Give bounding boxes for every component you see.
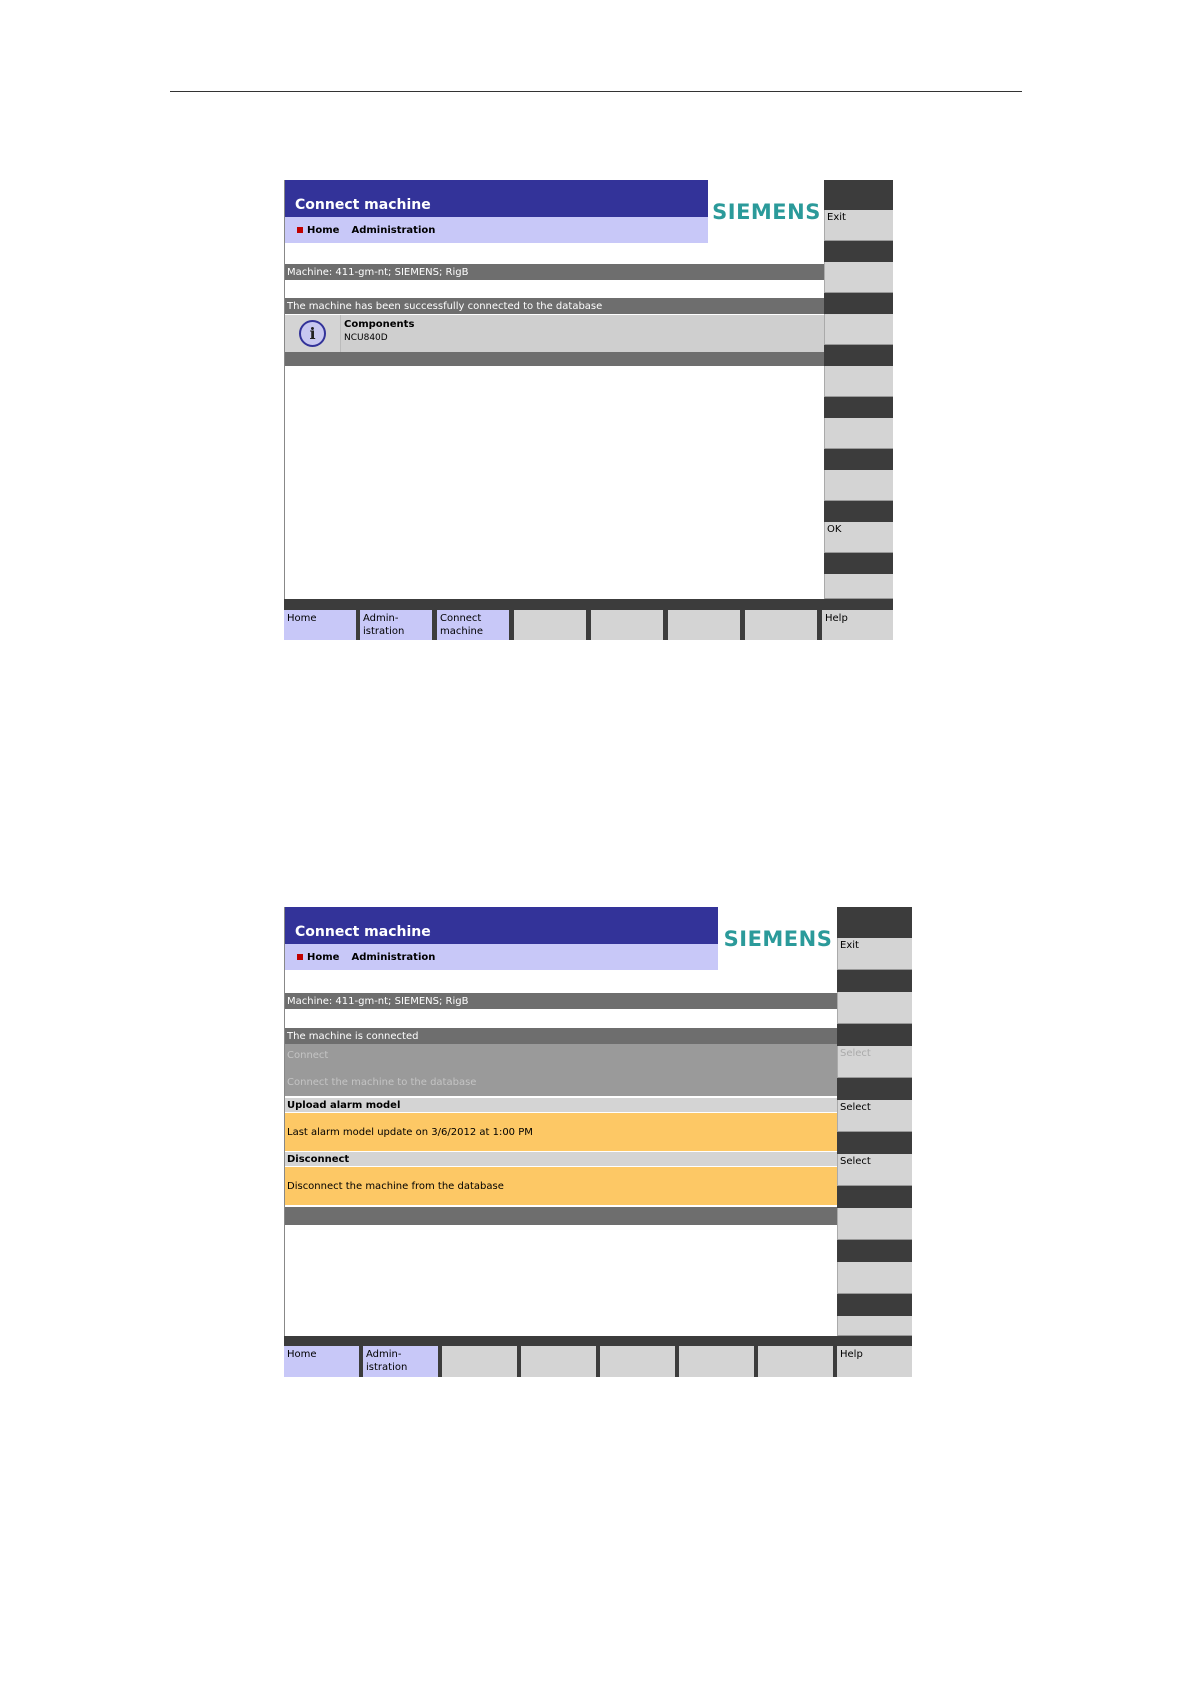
softkey-ok[interactable]: OK: [824, 522, 893, 553]
bullet-icon: [297, 954, 303, 960]
info-icon: i: [299, 320, 326, 347]
vsoftkey-5[interactable]: [824, 418, 893, 449]
spacer: [285, 1009, 838, 1025]
components-info-row: i Components NCU840D: [285, 315, 825, 352]
softkey-empty-6[interactable]: [679, 1346, 754, 1377]
vsoftkey-6[interactable]: [824, 470, 893, 501]
breadcrumb-administration[interactable]: Administration: [351, 225, 435, 236]
machine-info-bar: Machine: 411-gm-nt; SIEMENS; RigB: [285, 993, 838, 1009]
softkey-select-connect[interactable]: Select: [837, 1046, 912, 1078]
softkey-exit[interactable]: Exit: [837, 938, 912, 970]
components-info: Components NCU840D: [340, 315, 825, 352]
window-title: Connect machine: [285, 180, 708, 217]
softkey-home[interactable]: Home: [284, 1346, 359, 1377]
list-end-bar: [285, 1207, 838, 1225]
vertical-softkey-bar: Exit Select Select Select: [837, 907, 912, 1336]
vsoftkey-2[interactable]: [837, 992, 912, 1024]
window-title: Connect machine: [285, 907, 718, 944]
option-connect-disabled: Connect Connect the machine to the datab…: [285, 1044, 838, 1096]
main-panel: Connect machine Home Administration SIEM…: [284, 180, 825, 640]
softkey-select-upload[interactable]: Select: [837, 1100, 912, 1132]
status-bar: The machine is connected: [285, 1028, 838, 1044]
spacer: [285, 280, 825, 296]
siemens-logo: SIEMENS: [708, 180, 825, 243]
vsoftkey-6[interactable]: [837, 1208, 912, 1240]
components-title: Components: [344, 319, 415, 330]
siemens-logo: SIEMENS: [718, 907, 838, 970]
softkey-empty-7[interactable]: [758, 1346, 833, 1377]
vsoftkey-4[interactable]: [824, 366, 893, 397]
option-upload-alarm-detail[interactable]: Last alarm model update on 3/6/2012 at 1…: [285, 1113, 838, 1151]
option-disconnect-title[interactable]: Disconnect: [285, 1152, 838, 1166]
breadcrumb-home[interactable]: Home: [297, 225, 339, 236]
softkey-help[interactable]: Help: [837, 1346, 912, 1377]
main-panel: Connect machine Home Administration SIEM…: [284, 907, 838, 1377]
softkey-home[interactable]: Home: [284, 610, 356, 640]
vsoftkey-7[interactable]: [837, 1262, 912, 1294]
softkey-administration[interactable]: Admin- istration: [360, 610, 432, 640]
components-detail: NCU840D: [344, 333, 388, 343]
status-bar: The machine has been successfully connec…: [285, 298, 825, 314]
option-connect-title: Connect: [287, 1050, 329, 1061]
softkey-empty-4[interactable]: [514, 610, 586, 640]
softkey-empty-7[interactable]: [745, 610, 817, 640]
option-connect-detail: Connect the machine to the database: [287, 1077, 477, 1088]
softkey-empty-4[interactable]: [521, 1346, 596, 1377]
softkey-empty-5[interactable]: [591, 610, 663, 640]
vsoftkey-2[interactable]: [824, 262, 893, 293]
vsoftkey-3[interactable]: [824, 314, 893, 345]
option-disconnect-detail[interactable]: Disconnect the machine from the database: [285, 1167, 838, 1205]
softkey-exit[interactable]: Exit: [824, 210, 893, 241]
breadcrumb-administration[interactable]: Administration: [351, 952, 435, 963]
option-upload-alarm-title[interactable]: Upload alarm model: [285, 1098, 838, 1112]
vertical-softkey-bar: Exit OK: [824, 180, 893, 599]
machine-info-bar: Machine: 411-gm-nt; SIEMENS; RigB: [285, 264, 825, 280]
page-header-rule: [170, 91, 1022, 92]
softkey-empty-6[interactable]: [668, 610, 740, 640]
info-icon-cell: i: [285, 315, 340, 352]
connect-machine-screen-connected: Connect machine Home Administration SIEM…: [284, 907, 912, 1377]
breadcrumb: Home Administration: [285, 217, 708, 243]
horizontal-softkey-bar: Home Admin- istration Connect machine He…: [284, 599, 893, 640]
softkey-administration[interactable]: Admin- istration: [363, 1346, 438, 1377]
softkey-empty-5[interactable]: [600, 1346, 675, 1377]
breadcrumb: Home Administration: [285, 944, 718, 970]
softkey-connect-machine[interactable]: Connect machine: [437, 610, 509, 640]
vsoftkey-8[interactable]: [824, 574, 893, 599]
bullet-icon: [297, 227, 303, 233]
list-end-bar: [285, 352, 825, 366]
connect-machine-screen-success: Connect machine Home Administration SIEM…: [284, 180, 893, 640]
softkey-empty-3[interactable]: [442, 1346, 517, 1377]
softkey-help[interactable]: Help: [822, 610, 893, 640]
horizontal-softkey-bar: Home Admin- istration Help: [284, 1336, 912, 1377]
breadcrumb-home[interactable]: Home: [297, 952, 339, 963]
vsoftkey-8[interactable]: [837, 1316, 912, 1336]
softkey-select-disconnect[interactable]: Select: [837, 1154, 912, 1186]
